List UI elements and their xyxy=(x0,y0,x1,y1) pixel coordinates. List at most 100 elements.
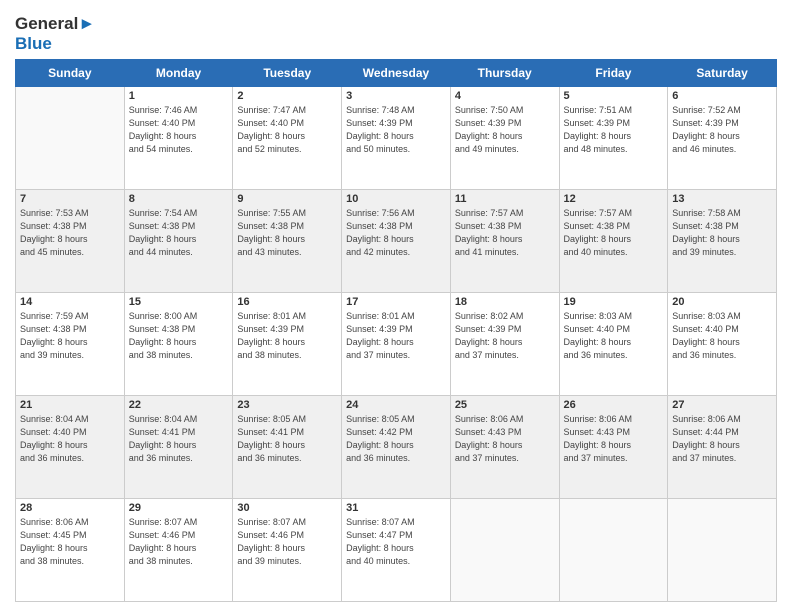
day-number: 24 xyxy=(346,399,446,411)
day-number: 8 xyxy=(129,193,229,205)
day-header-tuesday: Tuesday xyxy=(233,60,342,87)
calendar-cell: 12 Sunrise: 7:57 AMSunset: 4:38 PMDayligh… xyxy=(559,190,668,293)
day-info: Sunrise: 7:47 AMSunset: 4:40 PMDaylight:… xyxy=(237,104,337,156)
day-number: 26 xyxy=(564,399,664,411)
day-info: Sunrise: 7:57 AMSunset: 4:38 PMDaylight:… xyxy=(455,207,555,259)
day-info: Sunrise: 8:07 AMSunset: 4:46 PMDaylight:… xyxy=(129,516,229,568)
day-number: 12 xyxy=(564,193,664,205)
calendar-cell: 14Sunrise: 7:59 AMSunset: 4:38 PMDayligh… xyxy=(16,293,125,396)
day-number: 3 xyxy=(346,90,446,102)
day-info: Sunrise: 8:07 AMSunset: 4:46 PMDaylight:… xyxy=(237,516,337,568)
day-info: Sunrise: 8:04 AMSunset: 4:40 PMDaylight:… xyxy=(20,413,120,465)
calendar-cell: 25Sunrise: 8:06 AMSunset: 4:43 PMDayligh… xyxy=(450,396,559,499)
calendar-cell: 3 Sunrise: 7:48 AMSunset: 4:39 PMDaylight… xyxy=(342,87,451,190)
calendar-week-1: 7 Sunrise: 7:53 AMSunset: 4:38 PMDaylight… xyxy=(16,190,777,293)
day-number: 7 xyxy=(20,193,120,205)
calendar-cell: 27 Sunrise: 8:06 AMSunset: 4:44 PMDayligh… xyxy=(668,396,777,499)
logo: General► Blue xyxy=(15,14,95,53)
day-number: 31 xyxy=(346,502,446,514)
header: General► Blue xyxy=(15,10,777,53)
day-info: Sunrise: 8:06 AMSunset: 4:43 PMDaylight:… xyxy=(455,413,555,465)
day-info: Sunrise: 8:05 AMSunset: 4:42 PMDaylight:… xyxy=(346,413,446,465)
day-info: Sunrise: 7:55 AMSunset: 4:38 PMDaylight:… xyxy=(237,207,337,259)
day-number: 13 xyxy=(672,193,772,205)
logo-blue-text: Blue xyxy=(15,34,95,54)
day-info: Sunrise: 8:06 AMSunset: 4:44 PMDaylight:… xyxy=(672,413,772,465)
day-info: Sunrise: 7:56 AMSunset: 4:38 PMDaylight:… xyxy=(346,207,446,259)
day-number: 1 xyxy=(129,90,229,102)
day-info: Sunrise: 8:06 AMSunset: 4:45 PMDaylight:… xyxy=(20,516,120,568)
day-info: Sunrise: 7:59 AMSunset: 4:38 PMDaylight:… xyxy=(20,310,120,362)
day-number: 9 xyxy=(237,193,337,205)
logo-text: General► xyxy=(15,14,95,34)
calendar-cell xyxy=(559,498,668,601)
day-number: 4 xyxy=(455,90,555,102)
day-info: Sunrise: 8:04 AMSunset: 4:41 PMDaylight:… xyxy=(129,413,229,465)
calendar-cell xyxy=(16,87,125,190)
day-info: Sunrise: 7:51 AMSunset: 4:39 PMDaylight:… xyxy=(564,104,664,156)
calendar-cell: 23Sunrise: 8:05 AMSunset: 4:41 PMDayligh… xyxy=(233,396,342,499)
day-number: 17 xyxy=(346,296,446,308)
day-number: 28 xyxy=(20,502,120,514)
calendar-cell: 13 Sunrise: 7:58 AMSunset: 4:38 PMDayligh… xyxy=(668,190,777,293)
calendar-cell: 17 Sunrise: 8:01 AMSunset: 4:39 PMDayligh… xyxy=(342,293,451,396)
day-info: Sunrise: 8:03 AMSunset: 4:40 PMDaylight:… xyxy=(672,310,772,362)
day-info: Sunrise: 7:58 AMSunset: 4:38 PMDaylight:… xyxy=(672,207,772,259)
day-info: Sunrise: 7:52 AMSunset: 4:39 PMDaylight:… xyxy=(672,104,772,156)
day-number: 22 xyxy=(129,399,229,411)
calendar-cell: 2 Sunrise: 7:47 AMSunset: 4:40 PMDaylight… xyxy=(233,87,342,190)
calendar-week-3: 21 Sunrise: 8:04 AMSunset: 4:40 PMDayligh… xyxy=(16,396,777,499)
calendar-cell: 20Sunrise: 8:03 AMSunset: 4:40 PMDayligh… xyxy=(668,293,777,396)
calendar-cell xyxy=(668,498,777,601)
calendar-week-2: 14Sunrise: 7:59 AMSunset: 4:38 PMDayligh… xyxy=(16,293,777,396)
calendar-week-0: 1 Sunrise: 7:46 AMSunset: 4:40 PMDaylight… xyxy=(16,87,777,190)
day-number: 10 xyxy=(346,193,446,205)
page: General► Blue SundayMondayTuesdayWednesd… xyxy=(0,0,792,612)
calendar-cell: 21 Sunrise: 8:04 AMSunset: 4:40 PMDayligh… xyxy=(16,396,125,499)
calendar-cell: 22 Sunrise: 8:04 AMSunset: 4:41 PMDayligh… xyxy=(124,396,233,499)
day-number: 30 xyxy=(237,502,337,514)
calendar-cell: 24 Sunrise: 8:05 AMSunset: 4:42 PMDayligh… xyxy=(342,396,451,499)
day-header-friday: Friday xyxy=(559,60,668,87)
calendar-cell: 15Sunrise: 8:00 AMSunset: 4:38 PMDayligh… xyxy=(124,293,233,396)
day-header-thursday: Thursday xyxy=(450,60,559,87)
day-number: 29 xyxy=(129,502,229,514)
day-number: 11 xyxy=(455,193,555,205)
calendar-cell: 1 Sunrise: 7:46 AMSunset: 4:40 PMDaylight… xyxy=(124,87,233,190)
calendar-cell xyxy=(450,498,559,601)
calendar-table: SundayMondayTuesdayWednesdayThursdayFrid… xyxy=(15,59,777,602)
calendar-cell: 8 Sunrise: 7:54 AMSunset: 4:38 PMDaylight… xyxy=(124,190,233,293)
day-info: Sunrise: 7:48 AMSunset: 4:39 PMDaylight:… xyxy=(346,104,446,156)
calendar-cell: 7 Sunrise: 7:53 AMSunset: 4:38 PMDaylight… xyxy=(16,190,125,293)
calendar-cell: 31Sunrise: 8:07 AMSunset: 4:47 PMDayligh… xyxy=(342,498,451,601)
calendar-cell: 26 Sunrise: 8:06 AMSunset: 4:43 PMDayligh… xyxy=(559,396,668,499)
day-number: 16 xyxy=(237,296,337,308)
day-header-wednesday: Wednesday xyxy=(342,60,451,87)
day-number: 27 xyxy=(672,399,772,411)
day-number: 21 xyxy=(20,399,120,411)
calendar-cell: 30 Sunrise: 8:07 AMSunset: 4:46 PMDayligh… xyxy=(233,498,342,601)
day-info: Sunrise: 8:03 AMSunset: 4:40 PMDaylight:… xyxy=(564,310,664,362)
calendar-cell: 19Sunrise: 8:03 AMSunset: 4:40 PMDayligh… xyxy=(559,293,668,396)
day-number: 6 xyxy=(672,90,772,102)
calendar-cell: 18Sunrise: 8:02 AMSunset: 4:39 PMDayligh… xyxy=(450,293,559,396)
day-info: Sunrise: 7:54 AMSunset: 4:38 PMDaylight:… xyxy=(129,207,229,259)
day-header-sunday: Sunday xyxy=(16,60,125,87)
calendar-header-row: SundayMondayTuesdayWednesdayThursdayFrid… xyxy=(16,60,777,87)
day-number: 5 xyxy=(564,90,664,102)
calendar-cell: 11 Sunrise: 7:57 AMSunset: 4:38 PMDayligh… xyxy=(450,190,559,293)
calendar-week-4: 28 Sunrise: 8:06 AMSunset: 4:45 PMDayligh… xyxy=(16,498,777,601)
day-info: Sunrise: 8:06 AMSunset: 4:43 PMDaylight:… xyxy=(564,413,664,465)
day-info: Sunrise: 7:46 AMSunset: 4:40 PMDaylight:… xyxy=(129,104,229,156)
calendar-cell: 29 Sunrise: 8:07 AMSunset: 4:46 PMDayligh… xyxy=(124,498,233,601)
day-number: 2 xyxy=(237,90,337,102)
day-info: Sunrise: 7:57 AMSunset: 4:38 PMDaylight:… xyxy=(564,207,664,259)
logo-blue: ► xyxy=(78,14,95,33)
calendar-cell: 4Sunrise: 7:50 AMSunset: 4:39 PMDaylight… xyxy=(450,87,559,190)
day-number: 23 xyxy=(237,399,337,411)
calendar-cell: 10 Sunrise: 7:56 AMSunset: 4:38 PMDayligh… xyxy=(342,190,451,293)
day-info: Sunrise: 7:53 AMSunset: 4:38 PMDaylight:… xyxy=(20,207,120,259)
day-number: 18 xyxy=(455,296,555,308)
calendar-cell: 16Sunrise: 8:01 AMSunset: 4:39 PMDayligh… xyxy=(233,293,342,396)
day-info: Sunrise: 8:01 AMSunset: 4:39 PMDaylight:… xyxy=(346,310,446,362)
